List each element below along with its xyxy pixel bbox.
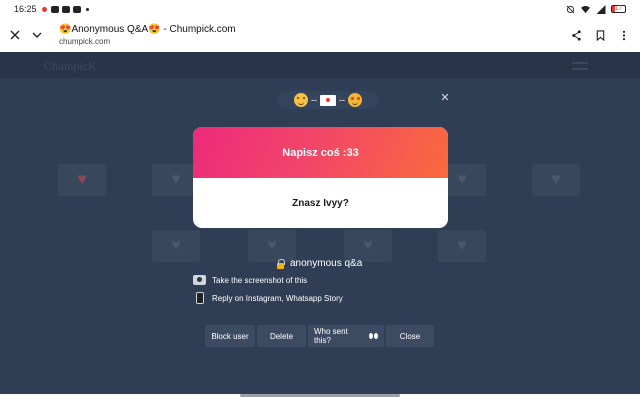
- who-sent-label: Who sent this?: [314, 327, 348, 345]
- page-title-block: 😍Anonymous Q&A😍 - Chumpick.com chumpick.…: [59, 23, 236, 47]
- wifi-icon: [581, 5, 590, 13]
- eyes-icon: [369, 333, 378, 339]
- background-logo: ChumpicK: [44, 59, 97, 73]
- modal-overlay[interactable]: ChumpicK ♥ ♥ ♥ ♥ ♥ ♥ ♥ ♥ -- -- ✕ Napisz …: [0, 52, 640, 394]
- background-menu-icon: [572, 62, 588, 70]
- browser-toolbar: 😍Anonymous Q&A😍 - Chumpick.com chumpick.…: [0, 18, 640, 52]
- question-header: Napisz coś :33: [193, 127, 448, 178]
- background-header: ChumpicK: [0, 52, 640, 78]
- emoji-dash: --: [311, 95, 317, 105]
- heart-icon: ♥: [267, 237, 277, 254]
- heart-icon: ♥: [457, 237, 467, 254]
- page-title: 😍Anonymous Q&A😍 - Chumpick.com: [59, 24, 236, 35]
- question-answer: Znasz Ivyy?: [292, 197, 349, 209]
- youtube-notification-icon: [61, 5, 70, 13]
- tip-reply: Reply on Instagram, Whatsapp Story: [212, 293, 343, 303]
- signal-icon: [596, 4, 606, 14]
- status-right: 17: [566, 4, 626, 14]
- background-footer: · · · · · · · · · · · · · · · · · · · · …: [252, 374, 388, 381]
- youtube-notification-icon: [72, 5, 81, 13]
- camera-icon: [193, 275, 206, 285]
- home-gesture-handle[interactable]: [240, 394, 400, 397]
- smiling-face-icon: [294, 93, 308, 107]
- who-sent-button[interactable]: Who sent this?: [308, 325, 384, 347]
- bookmark-icon[interactable]: [590, 25, 610, 45]
- more-notifications-icon: [85, 7, 89, 11]
- toolbar-actions: [566, 25, 634, 45]
- question-card: Napisz coś :33 Znasz Ivyy?: [193, 127, 448, 228]
- modal-close-icon[interactable]: ✕: [439, 92, 451, 104]
- tip-screenshot: Take the screenshot of this: [212, 275, 308, 285]
- background-heart-tile: ♥: [58, 164, 106, 196]
- heart-icon: ♥: [77, 171, 87, 188]
- anonymous-label-row: anonymous q&a: [276, 258, 362, 269]
- page-url: chumpick.com: [59, 37, 111, 46]
- background-heart-tile: ♥: [532, 164, 580, 196]
- close-tab-icon[interactable]: [5, 25, 25, 45]
- phone-icon: [196, 292, 204, 304]
- anonymous-label: anonymous q&a: [290, 258, 363, 269]
- emoji-bar: -- --: [277, 91, 379, 109]
- heart-eyes-icon: [348, 93, 362, 107]
- heart-icon: ♥: [551, 171, 561, 188]
- youtube-notification-icon: [50, 5, 59, 13]
- delete-button[interactable]: Delete: [257, 325, 306, 347]
- status-bar: 16:25 17: [0, 0, 640, 18]
- block-user-button[interactable]: Block user: [205, 325, 255, 347]
- share-icon[interactable]: [566, 25, 586, 45]
- heart-icon: ♥: [457, 171, 467, 188]
- action-buttons: Block user Delete Who sent this? Close: [205, 325, 434, 347]
- emoji-dash: --: [339, 95, 345, 105]
- close-button[interactable]: Close: [386, 325, 434, 347]
- tip-reply-row: Reply on Instagram, Whatsapp Story: [193, 292, 343, 304]
- background-heart-tile: ♥: [438, 230, 486, 262]
- heart-icon: ♥: [171, 171, 181, 188]
- tip-screenshot-row: Take the screenshot of this: [193, 275, 307, 285]
- alarm-off-icon: [566, 5, 575, 13]
- background-heart-tile: ♥: [152, 230, 200, 262]
- more-options-icon[interactable]: [614, 25, 634, 45]
- lock-icon: [276, 258, 285, 269]
- chevron-down-icon[interactable]: [27, 25, 47, 45]
- notification-dot-icon: [41, 6, 47, 12]
- love-letter-icon: [320, 94, 336, 106]
- battery-icon: 17: [611, 5, 626, 13]
- status-time: 16:25: [14, 4, 37, 14]
- heart-icon: ♥: [363, 237, 373, 254]
- heart-icon: ♥: [171, 237, 181, 254]
